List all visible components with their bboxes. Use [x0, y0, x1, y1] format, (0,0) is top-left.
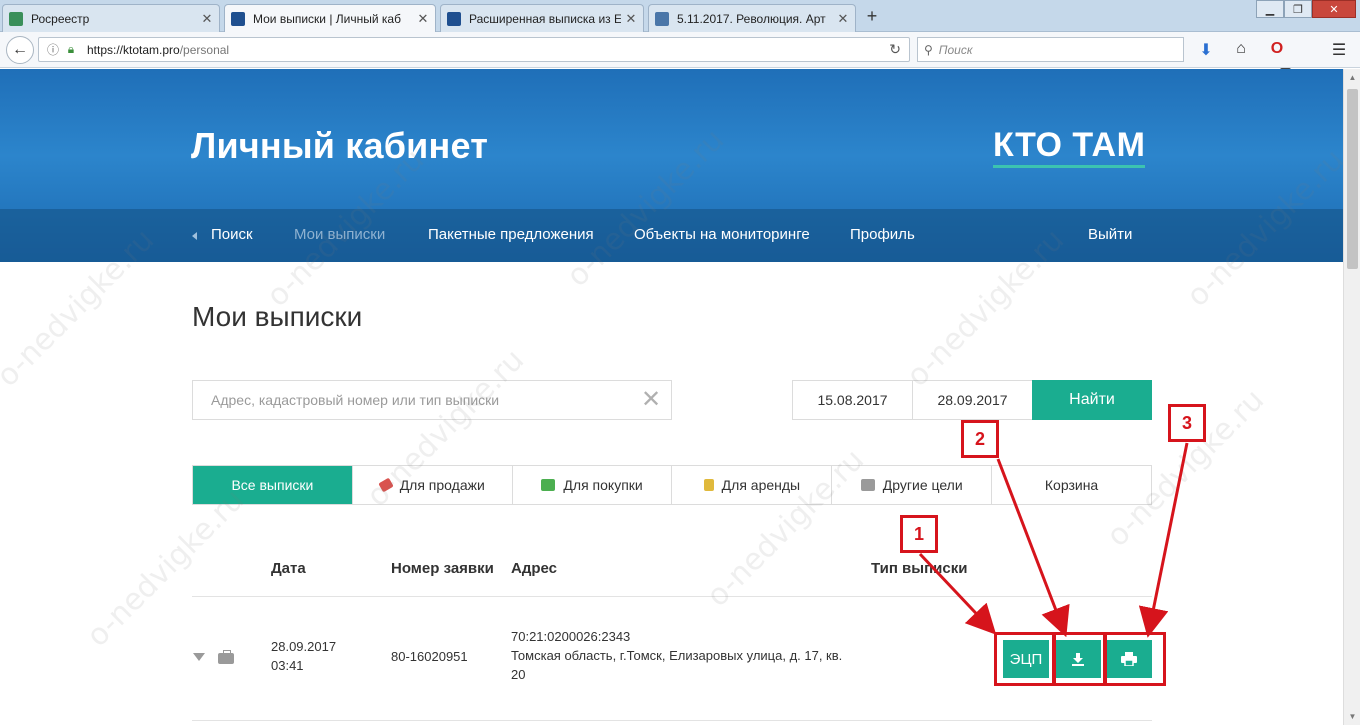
annotation-label-2: 2	[961, 420, 999, 458]
annotation-arrow-2	[996, 458, 1070, 638]
annotation-box-print	[1103, 632, 1166, 686]
annotation-box-ecp	[994, 632, 1055, 686]
annotation-arrows	[918, 442, 1189, 638]
annotation-label-1: 1	[900, 515, 938, 553]
annotation-arrow-1	[918, 552, 997, 635]
annotation-box-download	[1053, 632, 1107, 686]
annotation-arrow-3	[1138, 442, 1189, 638]
annotation-label-3: 3	[1168, 404, 1206, 442]
